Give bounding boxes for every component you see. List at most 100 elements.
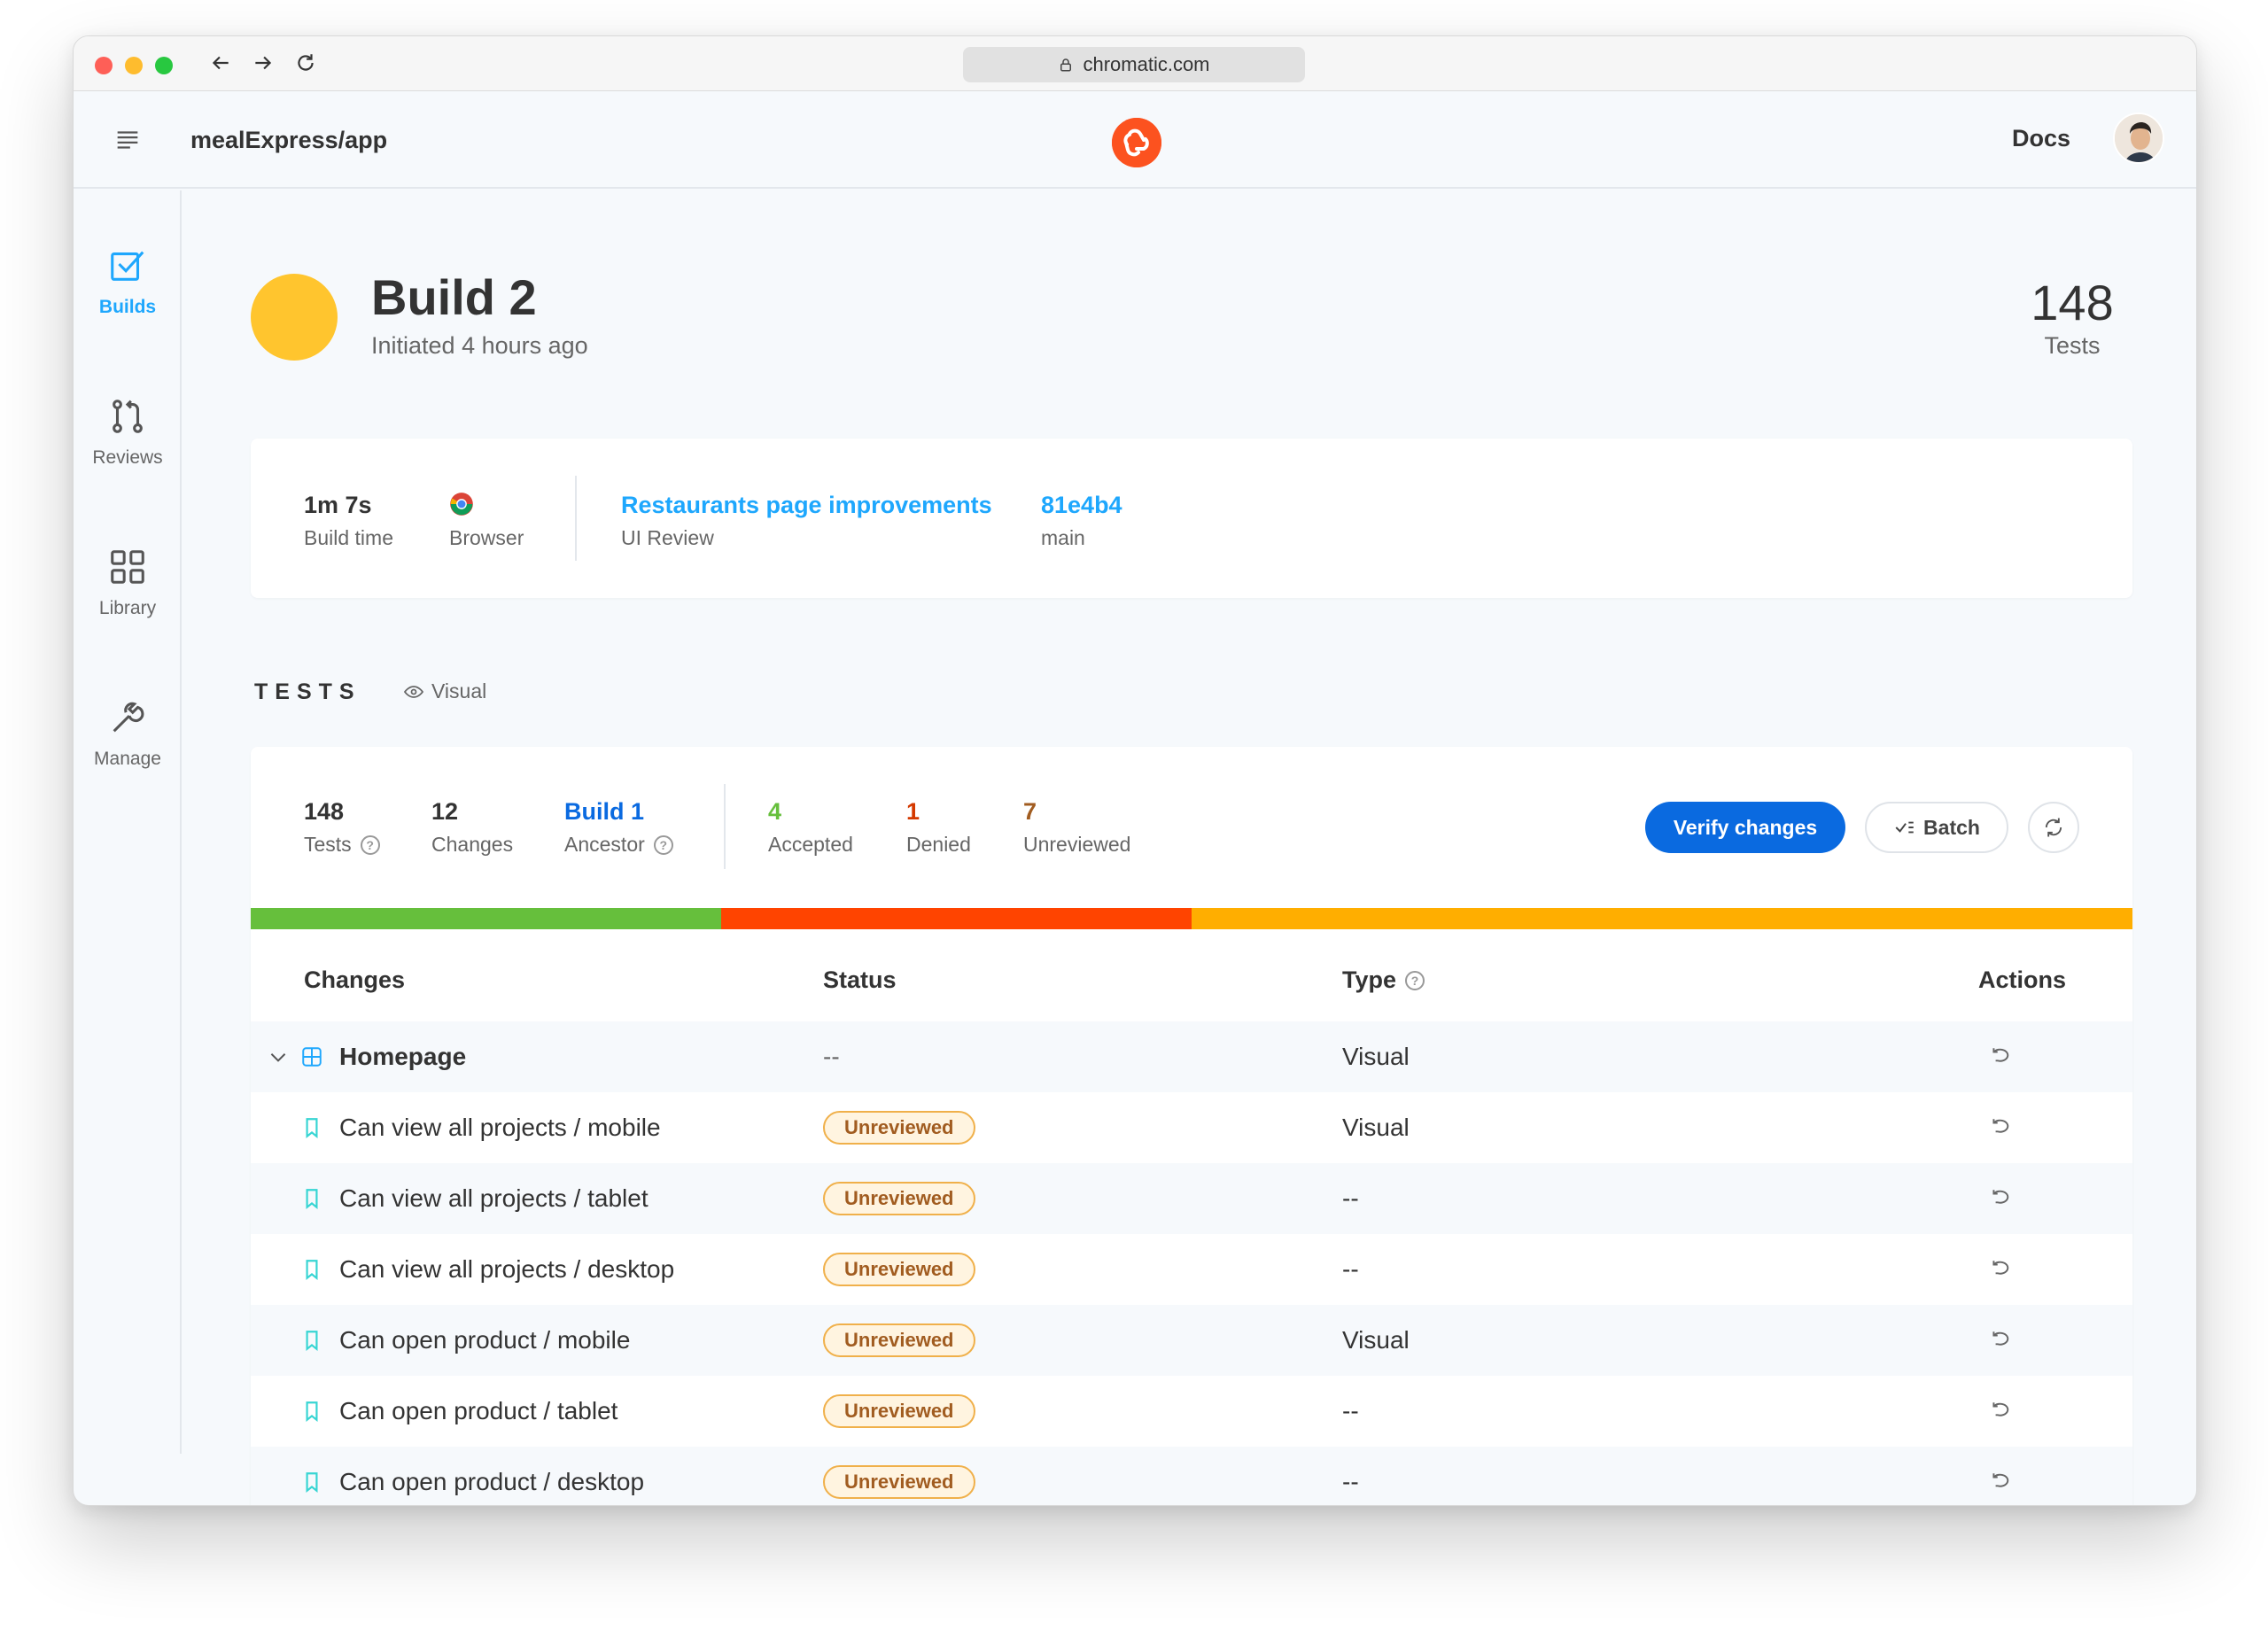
visual-label: Visual bbox=[431, 679, 487, 702]
changes-stat: 12 Changes bbox=[431, 798, 513, 857]
accepted-label: Accepted bbox=[768, 833, 853, 856]
help-icon[interactable]: ? bbox=[360, 834, 380, 855]
table-row[interactable]: Can view all projects / tablet Unreviewed… bbox=[251, 1163, 2132, 1234]
column-header-status[interactable]: Status bbox=[823, 966, 897, 994]
denied-value: 1 bbox=[906, 798, 920, 825]
close-window-button[interactable] bbox=[95, 57, 113, 74]
tests-stat: 148 Tests? bbox=[304, 798, 380, 857]
forward-arrow-icon[interactable] bbox=[247, 47, 279, 79]
status-cell: Unreviewed bbox=[823, 1092, 975, 1163]
sidebar-item-reviews[interactable]: Reviews bbox=[74, 396, 182, 469]
minimize-window-button[interactable] bbox=[125, 57, 143, 74]
bookmark-icon bbox=[300, 1163, 323, 1234]
ui-review-link[interactable]: Restaurants page improvements bbox=[621, 492, 992, 519]
commit-stat[interactable]: 81e4b4 main bbox=[1041, 492, 1122, 550]
build-time-value: 1m 7s bbox=[304, 492, 372, 518]
bookmark-icon bbox=[300, 1447, 323, 1505]
column-header-changes[interactable]: Changes bbox=[304, 966, 405, 994]
unreviewed-stat: 7 Unreviewed bbox=[1023, 798, 1130, 857]
visual-filter[interactable]: Visual bbox=[403, 679, 486, 703]
review-progress-bar bbox=[251, 908, 2132, 929]
undo-icon[interactable] bbox=[1989, 1305, 2012, 1376]
sidebar-item-library[interactable]: Library bbox=[74, 547, 182, 619]
status-cell: Unreviewed bbox=[823, 1376, 975, 1447]
test-name[interactable]: Can view all projects / desktop bbox=[339, 1234, 674, 1305]
table-row[interactable]: Can view all projects / desktop Unreviewe… bbox=[251, 1234, 2132, 1305]
test-name[interactable]: Can view all projects / tablet bbox=[339, 1163, 649, 1234]
checkbox-icon bbox=[111, 251, 144, 281]
table-row[interactable]: Can view all projects / mobile Unreviewed… bbox=[251, 1092, 2132, 1163]
ancestor-build-link[interactable]: Build 1 bbox=[564, 798, 673, 826]
sidebar-item-builds[interactable]: Builds bbox=[74, 245, 182, 318]
bookmark-icon bbox=[300, 1234, 323, 1305]
verify-changes-button[interactable]: Verify changes bbox=[1645, 802, 1845, 853]
tests-label: Tests bbox=[304, 833, 352, 856]
changes-label: Changes bbox=[431, 833, 514, 856]
undo-icon[interactable] bbox=[1989, 1376, 2012, 1447]
type-cell: -- bbox=[1342, 1468, 1359, 1495]
accepted-value: 4 bbox=[768, 798, 782, 825]
undo-icon[interactable] bbox=[1989, 1163, 2012, 1234]
type-cell: -- bbox=[1342, 1255, 1359, 1283]
status-badge: Unreviewed bbox=[823, 1253, 975, 1286]
maximize-window-button[interactable] bbox=[155, 57, 173, 74]
help-icon[interactable]: ? bbox=[653, 834, 673, 855]
undo-icon[interactable] bbox=[1989, 1021, 2012, 1092]
divider bbox=[575, 476, 577, 561]
table-header: Changes Status Type ? Actions bbox=[251, 929, 2132, 1021]
repo-name[interactable]: mealExpress/app bbox=[190, 127, 387, 154]
user-avatar[interactable] bbox=[2113, 113, 2164, 164]
ancestor-stat[interactable]: Build 1 Ancestor? bbox=[564, 798, 673, 857]
address-bar[interactable]: chromatic.com bbox=[963, 47, 1305, 82]
ui-review-stat[interactable]: Restaurants page improvements UI Review bbox=[621, 492, 992, 550]
type-cell: -- bbox=[1342, 1184, 1359, 1212]
undo-icon[interactable] bbox=[1989, 1234, 2012, 1305]
column-header-actions: Actions bbox=[1978, 966, 2067, 993]
group-row-homepage[interactable]: Homepage -- Visual bbox=[251, 1021, 2132, 1092]
sidebar-item-label: Reviews bbox=[92, 447, 163, 468]
lock-icon bbox=[1060, 58, 1072, 72]
bookmark-icon bbox=[300, 1376, 323, 1447]
chevron-down-icon[interactable] bbox=[267, 1021, 290, 1092]
tests-card: 148 Tests? 12 Changes Build 1 Ancestor? … bbox=[251, 747, 2132, 1505]
status-badge: Unreviewed bbox=[823, 1182, 975, 1215]
test-name[interactable]: Can open product / tablet bbox=[339, 1376, 617, 1447]
undo-icon[interactable] bbox=[1989, 1447, 2012, 1505]
help-icon[interactable]: ? bbox=[1405, 970, 1425, 990]
url-text: chromatic.com bbox=[1083, 53, 1210, 75]
table-row[interactable]: Can open product / mobile Unreviewed Visua… bbox=[251, 1305, 2132, 1376]
undo-icon[interactable] bbox=[1989, 1092, 2012, 1163]
chromatic-logo[interactable] bbox=[1112, 118, 1161, 167]
status-badge: Unreviewed bbox=[823, 1111, 975, 1145]
menu-icon[interactable] bbox=[113, 125, 143, 155]
back-arrow-icon[interactable] bbox=[205, 47, 237, 79]
test-name[interactable]: Can view all projects / mobile bbox=[339, 1092, 661, 1163]
app-header: mealExpress/app Docs bbox=[74, 91, 2196, 189]
tests-section-heading: TESTS bbox=[254, 679, 361, 704]
sidebar-item-manage[interactable]: Manage bbox=[74, 697, 182, 770]
test-name[interactable]: Can open product / mobile bbox=[339, 1305, 630, 1376]
test-name[interactable]: Can open product / desktop bbox=[339, 1447, 644, 1505]
column-header-type[interactable]: Type ? bbox=[1342, 966, 1425, 994]
total-tests-count: 148 bbox=[2031, 275, 2114, 330]
status-badge: Unreviewed bbox=[823, 1465, 975, 1499]
wrench-icon bbox=[113, 702, 144, 733]
commit-link[interactable]: 81e4b4 bbox=[1041, 492, 1122, 519]
divider bbox=[724, 784, 726, 869]
table-row[interactable]: Can open product / desktop Unreviewed -- bbox=[251, 1447, 2132, 1505]
build-title: Build 2 bbox=[371, 269, 537, 325]
refresh-button[interactable] bbox=[2028, 802, 2079, 853]
sidebar-item-label: Library bbox=[98, 598, 157, 618]
bookmark-icon bbox=[300, 1092, 323, 1163]
docs-link[interactable]: Docs bbox=[2012, 125, 2070, 152]
reload-icon[interactable] bbox=[290, 47, 322, 79]
type-header-label: Type bbox=[1342, 966, 1397, 993]
progress-segment-unreviewed bbox=[1192, 908, 2132, 929]
status-badge: Unreviewed bbox=[823, 1394, 975, 1428]
table-row[interactable]: Can open product / tablet Unreviewed -- bbox=[251, 1376, 2132, 1447]
sidebar-item-label: Builds bbox=[98, 297, 157, 317]
grid-icon bbox=[111, 550, 144, 584]
denied-stat: 1 Denied bbox=[906, 798, 971, 857]
tests-value: 148 bbox=[304, 798, 345, 825]
batch-button[interactable]: Batch bbox=[1865, 802, 2008, 853]
